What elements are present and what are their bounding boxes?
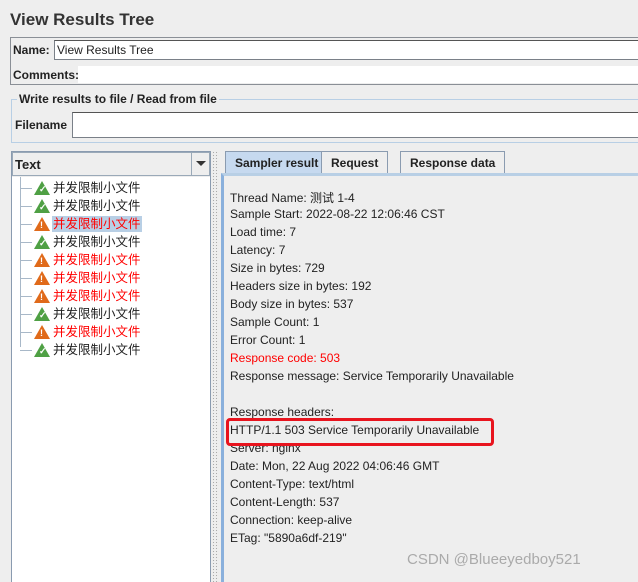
tab-request[interactable]: Request: [321, 151, 389, 173]
tree-item[interactable]: 并发限制小文件: [20, 305, 210, 323]
result-line: Error Count: 1: [230, 333, 306, 347]
result-line: Sample Count: 1: [230, 315, 320, 329]
result-line: Load time: 7: [230, 225, 297, 239]
tree-item-label: 并发限制小文件: [53, 253, 141, 267]
warning-icon: [34, 217, 50, 231]
result-line: Sample Start: 2022-08-22 12:06:46 CST: [230, 207, 445, 221]
success-icon: [34, 199, 50, 213]
tree-item[interactable]: 并发限制小文件: [20, 269, 210, 287]
result-line: Connection: keep-alive: [230, 513, 353, 527]
tree-item-label: 并发限制小文件: [52, 216, 142, 232]
success-icon: [34, 181, 50, 195]
success-icon: [34, 235, 50, 249]
tree-item-label: 并发限制小文件: [53, 307, 141, 321]
tree-item-label: 并发限制小文件: [53, 289, 141, 303]
tree-item-label: 并发限制小文件: [53, 181, 141, 195]
result-line: Content-Type: text/html: [230, 477, 355, 491]
name-input[interactable]: [54, 40, 638, 60]
sampler-result-content: Thread Name: 测试 1-4 Sample Start: 2022-08…: [221, 173, 638, 582]
tree-item[interactable]: 并发限制小文件: [20, 197, 210, 215]
tree-line: [20, 242, 32, 243]
watermark: CSDN @Blueeyedboy521: [407, 551, 581, 568]
tree-item-label: 并发限制小文件: [53, 325, 141, 339]
tree-item-label: 并发限制小文件: [53, 271, 141, 285]
tree-line: [20, 350, 32, 351]
tree-item[interactable]: 并发限制小文件: [20, 179, 210, 197]
results-tree-panel: Text 并发限制小文件并发限制小文件并发限制小文件并发限制小文件并发限制小文件…: [11, 151, 211, 582]
tree-item[interactable]: 并发限制小文件: [20, 233, 210, 251]
tree-line: [20, 188, 32, 189]
tree-line: [20, 296, 32, 297]
tree-line: [20, 332, 32, 333]
tree-line: [20, 278, 32, 279]
chevron-down-icon[interactable]: [191, 152, 210, 176]
name-comments-box: Name: Comments:: [10, 37, 638, 85]
result-line: Date: Mon, 22 Aug 2022 04:06:46 GMT: [230, 459, 440, 473]
filename-label: Filename: [15, 118, 68, 132]
tree-item-label: 并发限制小文件: [53, 235, 141, 249]
tree-item[interactable]: 并发限制小文件: [20, 341, 210, 359]
result-line: Response message: Service Temporarily Un…: [230, 369, 514, 383]
name-label: Name:: [13, 43, 50, 57]
warning-icon: [34, 253, 50, 267]
result-line: Size in bytes: 729: [230, 261, 325, 275]
result-line: Latency: 7: [230, 243, 286, 257]
tree-line: [20, 206, 32, 207]
renderer-select[interactable]: Text: [12, 152, 210, 176]
tree-item-label: 并发限制小文件: [53, 199, 141, 213]
file-section-legend: Write results to file / Read from file: [17, 92, 219, 106]
result-line: Headers size in bytes: 192: [230, 279, 372, 293]
filename-input[interactable]: [72, 112, 638, 138]
result-line: Response code: 503: [230, 351, 341, 365]
tab-response-data[interactable]: Response data: [400, 151, 506, 173]
tree-line: [20, 224, 32, 225]
split-pane-divider[interactable]: [212, 151, 219, 582]
results-tree: 并发限制小文件并发限制小文件并发限制小文件并发限制小文件并发限制小文件并发限制小…: [12, 177, 210, 582]
tree-line: [20, 314, 32, 315]
result-panel: Sampler result Request Response data Threa…: [221, 151, 638, 582]
result-line: Content-Length: 537: [230, 495, 340, 509]
tree-item[interactable]: 并发限制小文件: [20, 251, 210, 269]
warning-icon: [34, 325, 50, 339]
highlight-box: [226, 418, 494, 446]
result-line: Response headers:: [230, 405, 335, 419]
result-line: Thread Name: 测试 1-4: [230, 191, 355, 205]
file-section: Write results to file / Read from file F…: [11, 92, 638, 143]
tree-item[interactable]: 并发限制小文件: [20, 287, 210, 305]
tree-item-label: 并发限制小文件: [53, 343, 141, 357]
tree-item[interactable]: 并发限制小文件: [20, 323, 210, 341]
result-line: Body size in bytes: 537: [230, 297, 354, 311]
success-icon: [34, 343, 50, 357]
page-title: View Results Tree: [10, 10, 155, 29]
tab-sampler-result[interactable]: Sampler result: [225, 151, 329, 174]
tree-item[interactable]: 并发限制小文件: [20, 215, 210, 233]
result-line: ETag: "5890a6df-219": [230, 531, 347, 545]
warning-icon: [34, 271, 50, 285]
warning-icon: [34, 289, 50, 303]
success-icon: [34, 307, 50, 321]
comments-label: Comments:: [13, 68, 80, 82]
tree-line: [20, 260, 32, 261]
comments-input[interactable]: [78, 66, 638, 83]
